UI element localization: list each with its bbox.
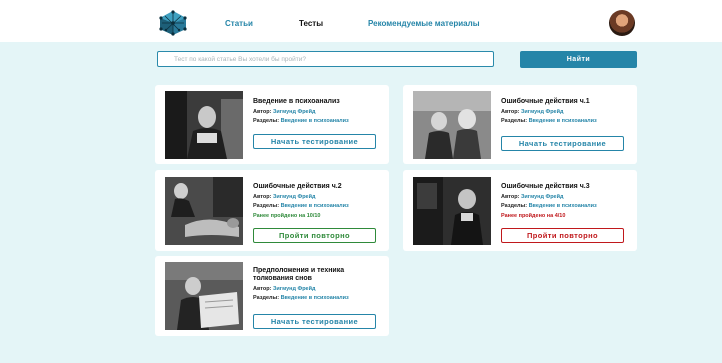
test-author: Автор: Зигмунд Фрейд bbox=[253, 194, 316, 200]
section-link[interactable]: Введение в психоанализ bbox=[529, 118, 597, 124]
test-author: Автор: Зигмунд Фрейд bbox=[501, 194, 564, 200]
test-sections: Разделы: Введение в психоанализ bbox=[253, 118, 349, 124]
test-card: Ошибочные действия ч.2 Автор: Зигмунд Фр… bbox=[155, 170, 389, 251]
test-card-info: Ошибочные действия ч.3 Автор: Зигмунд Фр… bbox=[501, 183, 629, 219]
test-card: Ошибочные действия ч.1 Автор: Зигмунд Фр… bbox=[403, 85, 637, 164]
retake-test-button[interactable]: Пройти повторно bbox=[253, 228, 376, 243]
nav-link-tests[interactable]: Тесты bbox=[299, 19, 323, 28]
test-title: Введение в психоанализ bbox=[253, 98, 340, 105]
test-title: Ошибочные действия ч.2 bbox=[253, 183, 342, 190]
top-navigation-bar: Статьи Тесты Рекомендуемые материалы bbox=[0, 0, 722, 42]
test-photo bbox=[165, 262, 243, 330]
author-link[interactable]: Зигмунд Фрейд bbox=[273, 109, 316, 115]
test-sections: Разделы: Введение в психоанализ bbox=[253, 295, 349, 301]
previous-result: Ранее пройдено на 10/10 bbox=[253, 213, 321, 219]
test-title: Предположения и техника толкования снов bbox=[253, 267, 345, 282]
test-card-info: Введение в психоанализ Автор: Зигмунд Фр… bbox=[253, 98, 381, 124]
nav-link-articles[interactable]: Статьи bbox=[225, 19, 253, 28]
test-author: Автор: Зигмунд Фрейд bbox=[253, 286, 316, 292]
test-author: Автор: Зигмунд Фрейд bbox=[501, 109, 564, 115]
test-sections: Разделы: Введение в психоанализ bbox=[501, 203, 597, 209]
test-photo bbox=[413, 91, 491, 159]
author-link[interactable]: Зигмунд Фрейд bbox=[521, 109, 564, 115]
author-link[interactable]: Зигмунд Фрейд bbox=[521, 194, 564, 200]
section-link[interactable]: Введение в психоанализ bbox=[281, 295, 349, 301]
test-title: Ошибочные действия ч.1 bbox=[501, 98, 590, 105]
test-photo bbox=[165, 91, 243, 159]
retake-test-button[interactable]: Пройти повторно bbox=[501, 228, 624, 243]
test-card-info: Ошибочные действия ч.1 Автор: Зигмунд Фр… bbox=[501, 98, 629, 124]
test-card-info: Предположения и техника толкования снов … bbox=[253, 267, 381, 301]
tests-page-content: Найти Введение в психоанализ Автор: Зигм… bbox=[0, 42, 722, 363]
test-title: Ошибочные действия ч.3 bbox=[501, 183, 590, 190]
test-author: Автор: Зигмунд Фрейд bbox=[253, 109, 316, 115]
author-link[interactable]: Зигмунд Фрейд bbox=[273, 286, 316, 292]
start-test-button[interactable]: Начать тестирование bbox=[253, 314, 376, 329]
test-search-input[interactable] bbox=[157, 51, 494, 67]
section-link[interactable]: Введение в психоанализ bbox=[281, 203, 349, 209]
section-link[interactable]: Введение в психоанализ bbox=[281, 118, 349, 124]
test-card-info: Ошибочные действия ч.2 Автор: Зигмунд Фр… bbox=[253, 183, 381, 219]
brain-network-logo-icon[interactable] bbox=[157, 10, 189, 36]
nav-link-recommended-materials[interactable]: Рекомендуемые материалы bbox=[368, 19, 480, 28]
test-card: Ошибочные действия ч.3 Автор: Зигмунд Фр… bbox=[403, 170, 637, 251]
test-card: Предположения и техника толкования снов … bbox=[155, 256, 389, 336]
test-card: Введение в психоанализ Автор: Зигмунд Фр… bbox=[155, 85, 389, 164]
previous-result: Ранее пройдено на 4/10 bbox=[501, 213, 566, 219]
section-link[interactable]: Введение в психоанализ bbox=[529, 203, 597, 209]
test-sections: Разделы: Введение в психоанализ bbox=[501, 118, 597, 124]
user-avatar[interactable] bbox=[609, 10, 635, 36]
start-test-button[interactable]: Начать тестирование bbox=[501, 136, 624, 151]
author-link[interactable]: Зигмунд Фрейд bbox=[273, 194, 316, 200]
search-button[interactable]: Найти bbox=[520, 51, 637, 68]
start-test-button[interactable]: Начать тестирование bbox=[253, 134, 376, 149]
test-sections: Разделы: Введение в психоанализ bbox=[253, 203, 349, 209]
test-photo bbox=[413, 177, 491, 245]
test-photo bbox=[165, 177, 243, 245]
